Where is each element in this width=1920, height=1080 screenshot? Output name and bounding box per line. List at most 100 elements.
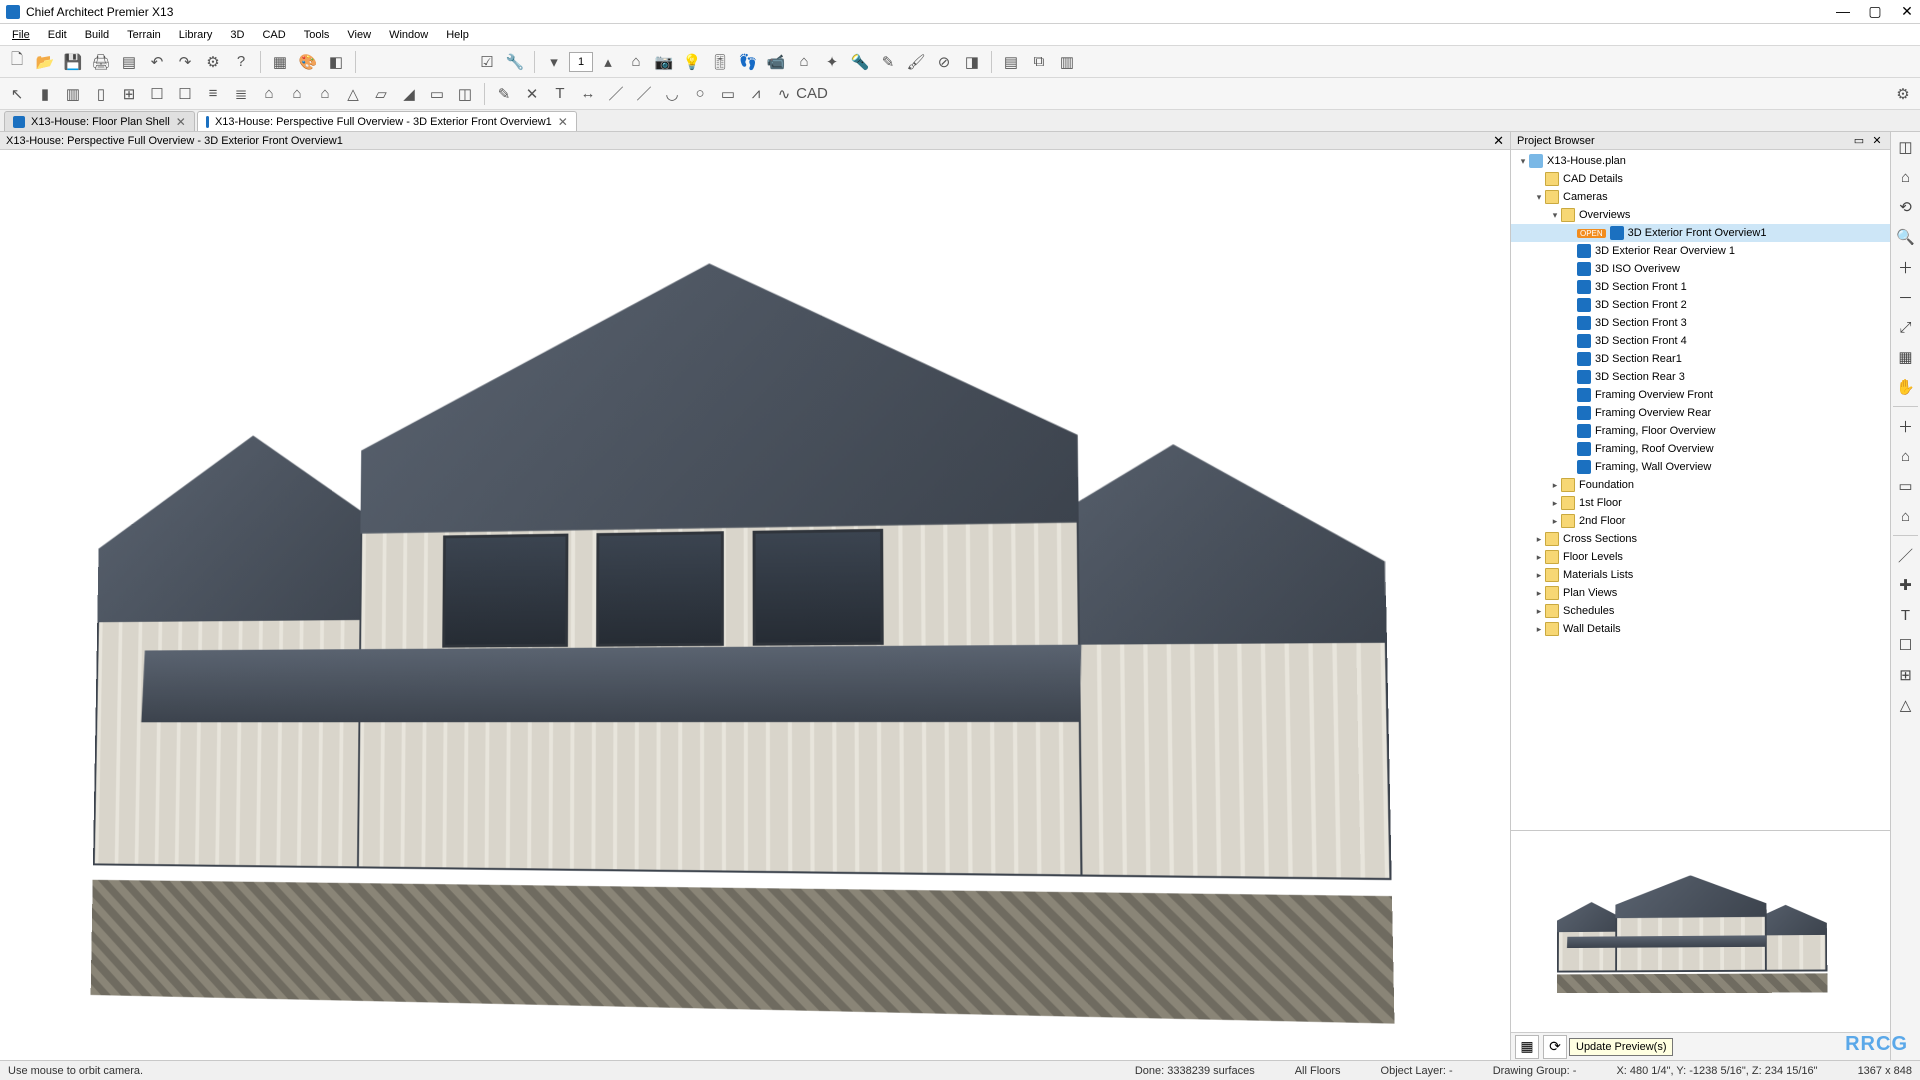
tree-expander[interactable]: ▾: [1549, 210, 1561, 221]
file-new-icon[interactable]: 🗋: [4, 49, 30, 75]
house3-icon[interactable]: ⌂: [312, 81, 338, 107]
tree-expander[interactable]: ▸: [1549, 480, 1561, 491]
spline-icon[interactable]: ∿: [771, 81, 797, 107]
window-icon[interactable]: ⊞: [116, 81, 142, 107]
help-icon[interactable]: ?: [228, 49, 254, 75]
tree-item[interactable]: Framing, Wall Overview: [1511, 458, 1890, 476]
polyline-icon[interactable]: ⩘: [743, 81, 769, 107]
panel-close-button[interactable]: ✕: [1870, 134, 1884, 148]
menu-tools[interactable]: Tools: [296, 27, 338, 43]
slider-icon[interactable]: 🎚: [707, 49, 733, 75]
tree-expander[interactable]: ▾: [1533, 192, 1545, 203]
triangle-icon[interactable]: △: [1892, 691, 1920, 719]
gear-icon[interactable]: ⚙: [1890, 81, 1916, 107]
rect-icon[interactable]: ▭: [715, 81, 741, 107]
menu-edit[interactable]: Edit: [40, 27, 75, 43]
cross-icon[interactable]: ✚: [1892, 571, 1920, 599]
line-tool-icon[interactable]: ／: [1892, 541, 1920, 569]
pencil-icon[interactable]: ✎: [491, 81, 517, 107]
view-close-button[interactable]: ✕: [1493, 133, 1504, 149]
menu-terrain[interactable]: Terrain: [119, 27, 169, 43]
eyedropper-icon[interactable]: ✎: [875, 49, 901, 75]
tree-expander[interactable]: ▸: [1549, 498, 1561, 509]
roof-icon[interactable]: △: [340, 81, 366, 107]
materials-icon[interactable]: ◧: [323, 49, 349, 75]
tree-item[interactable]: ▸Foundation: [1511, 476, 1890, 494]
zoom-in-icon[interactable]: ＋: [1892, 253, 1920, 281]
preferences-icon[interactable]: ⚙: [200, 49, 226, 75]
plus-icon[interactable]: ＋: [1892, 412, 1920, 440]
menu-library[interactable]: Library: [171, 27, 221, 43]
tree-item[interactable]: 3D Section Front 3: [1511, 314, 1890, 332]
tree-item[interactable]: ▸Cross Sections: [1511, 530, 1890, 548]
up-arrow-icon[interactable]: ▴: [595, 49, 621, 75]
bulb2-icon[interactable]: ✦: [819, 49, 845, 75]
eraser-icon[interactable]: ◨: [959, 49, 985, 75]
tree-expander[interactable]: ▸: [1533, 588, 1545, 599]
compass-icon[interactable]: ✕: [519, 81, 545, 107]
cube-icon[interactable]: ◫: [452, 81, 478, 107]
wall-surface-icon[interactable]: ▦: [1892, 343, 1920, 371]
cadblock-icon[interactable]: CAD: [799, 81, 825, 107]
menu-help[interactable]: Help: [438, 27, 477, 43]
foundation-icon[interactable]: ▭: [424, 81, 450, 107]
window-minimize-button[interactable]: —: [1836, 3, 1850, 20]
tab-close-button[interactable]: ✕: [176, 115, 186, 129]
orbit-icon[interactable]: ⟲: [1892, 193, 1920, 221]
document-tab[interactable]: X13-House: Floor Plan Shell✕: [4, 111, 195, 131]
roof2-icon[interactable]: ◢: [396, 81, 422, 107]
grid-icon[interactable]: ⊞: [1892, 661, 1920, 689]
house2-icon[interactable]: ⌂: [284, 81, 310, 107]
down-arrow-icon[interactable]: ▾: [541, 49, 567, 75]
layout-toggle-icon[interactable]: ▤: [998, 49, 1024, 75]
file-open-icon[interactable]: 📂: [32, 49, 58, 75]
tree-item[interactable]: Framing, Floor Overview: [1511, 422, 1890, 440]
line-icon[interactable]: ／: [603, 81, 629, 107]
room-icon[interactable]: ▥: [60, 81, 86, 107]
tree-expander[interactable]: ▸: [1533, 570, 1545, 581]
tree-item[interactable]: ▸Wall Details: [1511, 620, 1890, 638]
search-zoom-icon[interactable]: 🔍: [1892, 223, 1920, 251]
plane-icon[interactable]: ▱: [368, 81, 394, 107]
menu-window[interactable]: Window: [381, 27, 436, 43]
tree-expander[interactable]: ▸: [1533, 606, 1545, 617]
window-maximize-button[interactable]: ▢: [1868, 3, 1882, 20]
no-icon[interactable]: ⊘: [931, 49, 957, 75]
palette-icon[interactable]: 🎨: [295, 49, 321, 75]
tree-expander[interactable]: ▸: [1533, 624, 1545, 635]
tree-item[interactable]: CAD Details: [1511, 170, 1890, 188]
hand-pan-icon[interactable]: ✋: [1892, 373, 1920, 401]
pointer-icon[interactable]: ↖: [4, 81, 30, 107]
home-badge-icon[interactable]: ⌂: [1892, 502, 1920, 530]
text-tool-icon[interactable]: T: [1892, 601, 1920, 629]
checkbox-icon[interactable]: ☑: [474, 49, 500, 75]
arc-icon[interactable]: ◡: [659, 81, 685, 107]
house-icon[interactable]: ⌂: [623, 49, 649, 75]
door-icon[interactable]: ▯: [88, 81, 114, 107]
print-icon[interactable]: 🖨: [88, 49, 114, 75]
home3d-icon[interactable]: ⌂: [1892, 163, 1920, 191]
document-tab[interactable]: X13-House: Perspective Full Overview - 3…: [197, 111, 577, 131]
menu-view[interactable]: View: [339, 27, 379, 43]
viewport-3d[interactable]: [0, 150, 1510, 1060]
tree-item[interactable]: 3D Exterior Rear Overview 1: [1511, 242, 1890, 260]
circle-icon[interactable]: ○: [687, 81, 713, 107]
redo-icon[interactable]: ↷: [172, 49, 198, 75]
preview-layout-button[interactable]: ▦: [1515, 1035, 1539, 1059]
panel-icon[interactable]: ▥: [1054, 49, 1080, 75]
stairs-icon[interactable]: ≣: [228, 81, 254, 107]
wall-icon[interactable]: ▮: [32, 81, 58, 107]
tree-item[interactable]: ▾Cameras: [1511, 188, 1890, 206]
tree-item[interactable]: 3D ISO Overivew: [1511, 260, 1890, 278]
flashlight-icon[interactable]: 🔦: [847, 49, 873, 75]
floor-input[interactable]: [569, 52, 593, 72]
tree-expander[interactable]: ▸: [1533, 552, 1545, 563]
measure-diag-icon[interactable]: ⤢: [1892, 313, 1920, 341]
menu-build[interactable]: Build: [77, 27, 117, 43]
house-build-icon[interactable]: ⌂: [256, 81, 282, 107]
tree-item[interactable]: ▾Overviews: [1511, 206, 1890, 224]
tree-expander[interactable]: ▾: [1517, 156, 1529, 167]
wrench-icon[interactable]: 🔧: [502, 49, 528, 75]
tree-item[interactable]: ▾X13-House.plan: [1511, 152, 1890, 170]
cabinet2-icon[interactable]: ☐: [172, 81, 198, 107]
